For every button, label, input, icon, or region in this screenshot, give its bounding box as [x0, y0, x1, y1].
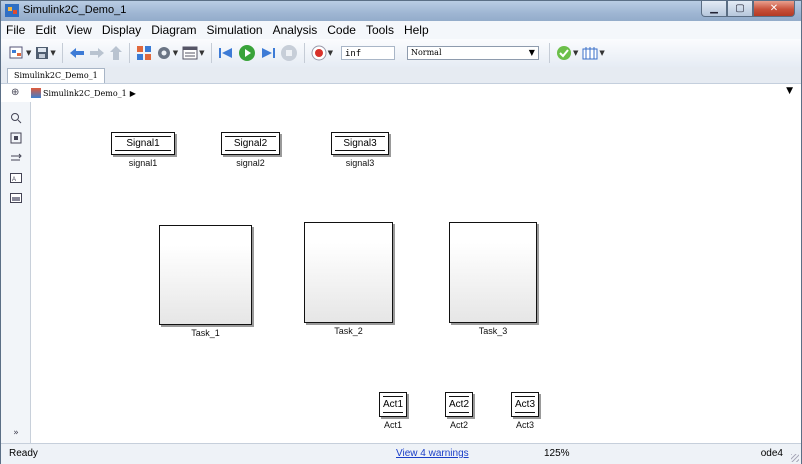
zoom-icon[interactable]	[9, 112, 23, 124]
block-label: Task_1	[191, 328, 220, 338]
block-label: Act3	[515, 420, 534, 430]
step-forward-icon[interactable]	[260, 43, 276, 63]
simulation-mode-select[interactable]: Normal ▼	[406, 46, 539, 60]
menu-analysis[interactable]: Analysis	[268, 23, 323, 37]
hide-browser-icon[interactable]: ⊕	[11, 87, 19, 98]
menu-bar: File Edit View Display Diagram Simulatio…	[1, 21, 801, 39]
solver-name[interactable]: ode4	[761, 448, 783, 459]
breadcrumb[interactable]: Simulink2C_Demo_1 ▶	[31, 87, 136, 99]
menu-tools[interactable]: Tools	[361, 23, 399, 37]
task-block-1[interactable]	[159, 225, 252, 325]
warnings-link[interactable]: View 4 warnings	[396, 448, 469, 459]
arrow-icon[interactable]	[9, 152, 23, 164]
window-title: Simulink2C_Demo_1	[23, 4, 127, 16]
stop-icon[interactable]	[280, 43, 298, 63]
maximize-icon[interactable]: ▢	[727, 1, 753, 17]
close-icon[interactable]: ✕	[753, 1, 795, 17]
from-block-tag: Signal2	[225, 136, 276, 151]
from-block-signal2[interactable]: Signal2	[221, 132, 280, 155]
task-block-3[interactable]	[449, 222, 537, 323]
act-block-tag: Act1	[383, 396, 403, 413]
app-icon	[5, 4, 19, 17]
from-block-signal3[interactable]: Signal3	[331, 132, 389, 155]
tab-model[interactable]: Simulink2C_Demo_1	[7, 68, 105, 83]
breadcrumb-model: Simulink2C_Demo_1	[43, 88, 127, 98]
act-block-2[interactable]: Act2	[445, 392, 473, 417]
menu-diagram[interactable]: Diagram	[146, 23, 201, 37]
toolbar-separator	[210, 43, 212, 63]
act-block-tag: Act2	[449, 396, 469, 413]
task-block-2[interactable]	[304, 222, 393, 323]
chevron-right-icon: ▶	[129, 88, 136, 98]
step-back-icon[interactable]	[218, 43, 234, 63]
menu-simulation[interactable]: Simulation	[202, 23, 268, 37]
settings-icon[interactable]: ▼	[156, 43, 178, 63]
toolbar-separator	[128, 43, 130, 63]
act-block-3[interactable]: Act3	[511, 392, 539, 417]
toolbar: ▼ ▼ ▼ ▼ ▼ inf Normal ▼ ▼ ▼	[1, 39, 801, 68]
from-block-tag: Signal1	[115, 136, 171, 151]
status-ready: Ready	[9, 448, 38, 459]
simulink-window: Simulink2C_Demo_1 ▁ ▢ ✕ File Edit View D…	[0, 0, 802, 464]
menu-edit[interactable]: Edit	[30, 23, 61, 37]
toolbar-separator	[548, 43, 550, 63]
menu-help[interactable]: Help	[399, 23, 434, 37]
block-label: signal3	[345, 158, 375, 168]
new-model-icon[interactable]: ▼	[9, 43, 31, 63]
stop-time-input[interactable]: inf	[340, 46, 395, 60]
minimize-icon[interactable]: ▁	[701, 1, 727, 17]
block-label: Act2	[449, 420, 468, 430]
model-canvas[interactable]: Signal1 signal1 Signal2 signal2 Signal3 …	[31, 102, 801, 443]
menu-code[interactable]: Code	[322, 23, 361, 37]
status-bar: Ready View 4 warnings 125% ode4	[1, 443, 801, 464]
toolbar-separator	[303, 43, 305, 63]
address-bar: ⊕ Simulink2C_Demo_1 ▶ ▼	[1, 83, 801, 104]
act-block-1[interactable]: Act1	[379, 392, 407, 417]
block-label: signal2	[236, 158, 265, 168]
toolbar-separator	[61, 43, 63, 63]
simulation-mode-value: Normal	[410, 48, 442, 57]
check-icon[interactable]: ▼	[556, 43, 578, 63]
library-icon[interactable]	[136, 43, 152, 63]
block-label: Task_3	[478, 326, 508, 336]
chevron-down-icon[interactable]: ▼	[786, 86, 793, 96]
block-label: Act1	[383, 420, 402, 430]
menu-file[interactable]: File	[1, 23, 30, 37]
from-block-tag: Signal3	[335, 136, 385, 151]
run-icon[interactable]	[238, 43, 256, 63]
build-icon[interactable]: ▼	[582, 43, 605, 63]
title-bar: Simulink2C_Demo_1 ▁ ▢ ✕	[1, 1, 801, 21]
explorer-icon[interactable]: ▼	[182, 43, 205, 63]
fit-view-icon[interactable]	[9, 132, 23, 144]
svg-text:A: A	[12, 177, 16, 183]
up-icon[interactable]	[109, 43, 123, 63]
from-block-signal1[interactable]: Signal1	[111, 132, 175, 155]
chevron-down-icon: ▼	[528, 48, 535, 57]
block-label: signal1	[128, 158, 158, 168]
block-label: Task_2	[334, 326, 363, 336]
left-palette: A »	[1, 102, 31, 443]
expand-palette-icon[interactable]: »	[9, 427, 23, 439]
menu-display[interactable]: Display	[97, 23, 146, 37]
forward-icon[interactable]	[89, 43, 105, 63]
image-icon[interactable]	[9, 192, 23, 204]
record-icon[interactable]: ▼	[311, 43, 333, 63]
act-block-tag: Act3	[515, 396, 535, 413]
tab-strip: Simulink2C_Demo_1	[1, 67, 801, 83]
save-icon[interactable]: ▼	[35, 43, 56, 63]
model-icon	[31, 88, 41, 98]
zoom-level: 125%	[544, 448, 570, 459]
back-icon[interactable]	[69, 43, 85, 63]
menu-view[interactable]: View	[61, 23, 97, 37]
annotation-icon[interactable]: A	[9, 172, 23, 184]
resize-grip-icon[interactable]	[791, 454, 799, 462]
